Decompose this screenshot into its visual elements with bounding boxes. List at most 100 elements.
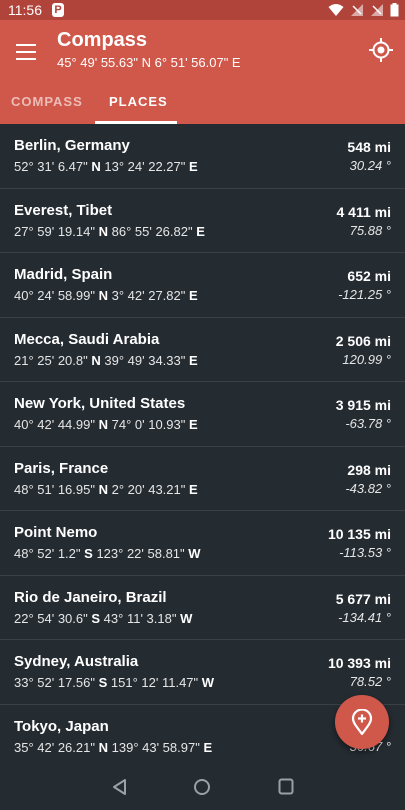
lat-direction: N bbox=[98, 417, 108, 432]
list-item[interactable]: Paris, France 48° 51' 16.95" N 2° 20' 43… bbox=[0, 447, 405, 511]
back-icon[interactable] bbox=[111, 778, 127, 796]
place-bearing: -121.25 ° bbox=[338, 287, 391, 302]
status-bar: 11:56 P bbox=[0, 0, 405, 20]
list-item[interactable]: Mecca, Saudi Arabia 21° 25' 20.8" N 39° … bbox=[0, 318, 405, 382]
longitude: 86° 55' 26.82" bbox=[111, 223, 193, 239]
list-item[interactable]: Everest, Tibet 27° 59' 19.14" N 86° 55' … bbox=[0, 189, 405, 253]
lat-direction: N bbox=[91, 159, 101, 174]
list-item[interactable]: Point Nemo 48° 52' 1.2" S 123° 22' 58.81… bbox=[0, 511, 405, 576]
place-bearing: 30.24 ° bbox=[349, 158, 391, 173]
lat-direction: S bbox=[84, 546, 93, 561]
status-time: 11:56 bbox=[8, 2, 42, 18]
lon-direction: W bbox=[180, 610, 193, 626]
longitude: 2° 20' 43.21" bbox=[111, 481, 186, 497]
lon-direction: E bbox=[189, 159, 198, 174]
place-name: Berlin, Germany bbox=[14, 137, 130, 154]
latitude: 33° 52' 17.56" bbox=[14, 675, 95, 690]
place-coordinates: 33° 52' 17.56" S 151° 12' 11.47" W bbox=[14, 675, 214, 690]
tab-places[interactable]: PLACES bbox=[109, 94, 168, 109]
latitude: 22° 54' 30.6" bbox=[14, 610, 88, 626]
signal-icon-2 bbox=[371, 4, 383, 16]
list-item[interactable]: Rio de Janeiro, Brazil 22° 54' 30.6" S 4… bbox=[0, 576, 405, 640]
longitude: 13° 24' 22.27" bbox=[104, 159, 186, 174]
lon-direction: W bbox=[201, 675, 215, 690]
lat-direction: N bbox=[98, 481, 108, 497]
lon-direction: W bbox=[188, 546, 201, 561]
place-bearing: 120.99 ° bbox=[342, 351, 391, 367]
lat-direction: N bbox=[98, 739, 108, 755]
home-icon[interactable] bbox=[193, 778, 211, 796]
battery-icon bbox=[390, 3, 399, 17]
place-coordinates: 48° 51' 16.95" N 2° 20' 43.21" E bbox=[14, 482, 198, 497]
longitude: 74° 0' 10.93" bbox=[111, 417, 186, 432]
place-distance: 10 135 mi bbox=[327, 526, 391, 542]
place-coordinates: 40° 24' 58.99" N 3° 42' 27.82" E bbox=[14, 288, 198, 303]
menu-icon-bar bbox=[16, 51, 36, 53]
lon-direction: E bbox=[196, 223, 205, 239]
lat-direction: S bbox=[91, 610, 101, 626]
latitude: 21° 25' 20.8" bbox=[14, 352, 88, 368]
place-bearing: -63.78 ° bbox=[345, 416, 391, 431]
menu-button[interactable] bbox=[14, 40, 38, 64]
longitude: 151° 12' 11.47" bbox=[110, 675, 199, 690]
lat-direction: N bbox=[98, 223, 108, 239]
latitude: 48° 52' 1.2" bbox=[14, 546, 81, 561]
notification-icon: P bbox=[52, 3, 64, 17]
lat-direction: N bbox=[98, 288, 108, 303]
place-distance: 10 393 mi bbox=[327, 655, 391, 671]
place-coordinates: 22° 54' 30.6" S 43° 11' 3.18" W bbox=[14, 611, 192, 626]
lat-direction: S bbox=[98, 675, 108, 690]
current-coordinates: 45° 49' 55.63" N 6° 51' 56.07" E bbox=[57, 55, 241, 70]
place-coordinates: 52° 31' 6.47" N 13° 24' 22.27" E bbox=[14, 159, 198, 174]
list-item[interactable]: New York, United States 40° 42' 44.99" N… bbox=[0, 382, 405, 447]
lon-direction: E bbox=[189, 417, 198, 432]
place-name: Point Nemo bbox=[14, 524, 98, 541]
gps-button[interactable] bbox=[368, 37, 394, 63]
latitude: 48° 51' 16.95" bbox=[14, 481, 95, 497]
lon-direction: E bbox=[189, 352, 198, 368]
longitude: 39° 49' 34.33" bbox=[104, 352, 186, 368]
place-name: Everest, Tibet bbox=[14, 201, 113, 219]
gps-icon bbox=[369, 38, 393, 62]
lon-direction: E bbox=[203, 739, 213, 755]
menu-icon-bar bbox=[16, 58, 36, 60]
place-name: Madrid, Spain bbox=[14, 266, 113, 283]
tab-compass[interactable]: COMPASS bbox=[11, 94, 83, 109]
latitude: 35° 42' 26.21" bbox=[14, 739, 95, 755]
signal-icon bbox=[351, 4, 363, 16]
list-item[interactable]: Sydney, Australia 33° 52' 17.56" S 151° … bbox=[0, 640, 405, 705]
place-coordinates: 35° 42' 26.21" N 139° 43' 58.97" E bbox=[14, 740, 212, 755]
place-name: Sydney, Australia bbox=[14, 653, 139, 670]
place-coordinates: 27° 59' 19.14" N 86° 55' 26.82" E bbox=[14, 224, 205, 239]
places-list: Berlin, Germany 52° 31' 6.47" N 13° 24' … bbox=[0, 124, 405, 765]
place-bearing: -134.41 ° bbox=[338, 609, 391, 625]
place-distance: 2 506 mi bbox=[335, 332, 391, 349]
list-item[interactable]: Madrid, Spain 40° 24' 58.99" N 3° 42' 27… bbox=[0, 253, 405, 318]
place-distance: 5 677 mi bbox=[335, 590, 391, 607]
add-location-icon bbox=[351, 709, 373, 735]
place-coordinates: 21° 25' 20.8" N 39° 49' 34.33" E bbox=[14, 353, 198, 368]
longitude: 123° 22' 58.81" bbox=[96, 546, 185, 561]
add-place-button[interactable] bbox=[335, 695, 389, 749]
recents-icon[interactable] bbox=[278, 778, 294, 795]
list-item[interactable]: Berlin, Germany 52° 31' 6.47" N 13° 24' … bbox=[0, 124, 405, 189]
system-nav-bar bbox=[0, 766, 405, 810]
longitude: 43° 11' 3.18" bbox=[103, 610, 177, 626]
latitude: 40° 24' 58.99" bbox=[14, 288, 95, 303]
place-bearing: -43.82 ° bbox=[345, 480, 391, 496]
lon-direction: E bbox=[189, 481, 198, 497]
wifi-icon bbox=[328, 4, 344, 16]
place-bearing: 75.88 ° bbox=[349, 222, 391, 238]
app-bar: Compass 45° 49' 55.63" N 6° 51' 56.07" E… bbox=[0, 20, 405, 124]
place-name: Tokyo, Japan bbox=[14, 717, 109, 735]
lon-direction: E bbox=[189, 288, 198, 303]
status-icons bbox=[328, 3, 399, 17]
latitude: 40° 42' 44.99" bbox=[14, 417, 95, 432]
place-distance: 3 915 mi bbox=[335, 397, 391, 413]
place-bearing: 78.52 ° bbox=[349, 674, 391, 689]
menu-icon-bar bbox=[16, 44, 36, 46]
latitude: 52° 31' 6.47" bbox=[14, 159, 88, 174]
place-distance: 652 mi bbox=[347, 268, 391, 284]
longitude: 139° 43' 58.97" bbox=[111, 739, 200, 755]
place-distance: 298 mi bbox=[347, 461, 391, 478]
